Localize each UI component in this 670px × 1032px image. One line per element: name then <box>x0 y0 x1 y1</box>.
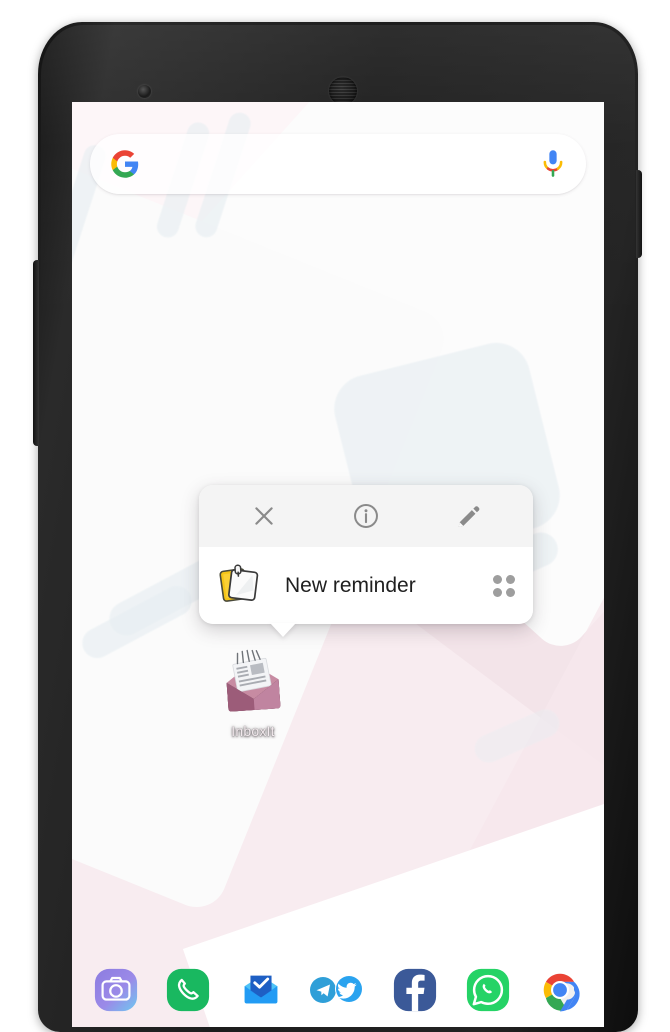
popup-action-bar <box>199 485 533 547</box>
dock <box>72 953 604 1027</box>
shortcut-new-reminder[interactable]: New reminder <box>199 547 533 637</box>
inboxit-envelope-icon <box>198 647 308 719</box>
dock-item-inbox[interactable] <box>235 964 287 1016</box>
app-info-button[interactable] <box>340 490 392 542</box>
dock-item-whatsapp[interactable] <box>462 964 514 1016</box>
telegram-twitter-pair-icon <box>309 975 367 1005</box>
dock-item-phone[interactable] <box>162 964 214 1016</box>
pencil-edit-icon <box>455 503 482 530</box>
google-g-icon <box>110 149 140 179</box>
power-button[interactable] <box>636 170 642 258</box>
app-icon-inboxit[interactable]: InboxIt <box>198 647 308 739</box>
phone-device: New reminder InboxIt <box>33 22 642 1032</box>
shortcut-label: New reminder <box>285 573 416 597</box>
front-camera-icon <box>138 85 151 98</box>
phone-screen: New reminder InboxIt <box>72 102 604 1027</box>
dock-item-camera[interactable] <box>90 964 142 1016</box>
drag-handle-dots[interactable] <box>493 574 515 597</box>
sticky-note-reminder-icon <box>217 562 265 610</box>
dock-item-facebook[interactable] <box>389 964 441 1016</box>
google-mic-icon[interactable] <box>540 149 566 179</box>
chrome-icon <box>537 967 583 1013</box>
facebook-icon <box>392 967 438 1013</box>
close-x-icon <box>251 503 277 529</box>
edit-button[interactable] <box>442 490 494 542</box>
camera-icon <box>93 967 139 1013</box>
google-search-bar[interactable] <box>90 134 586 194</box>
close-button[interactable] <box>238 490 290 542</box>
info-circle-icon <box>352 502 380 530</box>
search-input[interactable] <box>140 134 540 194</box>
shortcut-popup: New reminder <box>199 485 533 637</box>
app-icon-label: InboxIt <box>231 723 275 739</box>
whatsapp-icon <box>465 967 511 1013</box>
dock-item-chrome[interactable] <box>534 964 586 1016</box>
dock-item-social[interactable] <box>307 964 369 1016</box>
earpiece-speaker-icon <box>329 77 357 105</box>
popup-tail-arrow <box>270 623 296 637</box>
volume-rocker-button[interactable] <box>33 260 39 446</box>
phone-icon <box>165 967 211 1013</box>
inbox-mail-icon <box>238 967 284 1013</box>
